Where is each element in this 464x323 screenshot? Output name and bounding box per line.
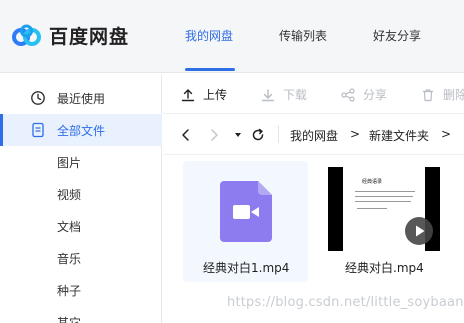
breadcrumb-separator: > <box>350 127 361 141</box>
thumbnail-title: 经典语录 <box>362 179 383 185</box>
upload-button[interactable]: 上传 <box>181 86 227 103</box>
breadcrumb-separator: > <box>441 127 452 141</box>
back-icon[interactable] <box>179 127 193 143</box>
sidebar-item-label: 文档 <box>57 220 82 234</box>
sidebar-item-videos[interactable]: 视频 <box>0 178 162 210</box>
tab-friend-share[interactable]: 好友分享 <box>373 27 421 44</box>
upload-icon <box>181 88 195 101</box>
path-divider <box>278 125 279 143</box>
sidebar-item-label: 全部文件 <box>57 124 106 138</box>
sidebar-item-documents[interactable]: 文档 <box>0 210 162 242</box>
thumbnail-text-line <box>355 196 413 197</box>
sidebar-item-all-files[interactable]: 全部文件 <box>0 114 162 146</box>
trash-icon <box>423 88 433 101</box>
forward-icon[interactable] <box>207 127 221 143</box>
app-title: 百度网盘 <box>49 26 130 48</box>
delete-button[interactable]: 删除 <box>421 86 464 103</box>
play-icon[interactable] <box>405 217 433 245</box>
thumbnail-text-line <box>357 208 387 209</box>
download-label: 下载 <box>283 88 308 102</box>
breadcrumb-my-netdisk[interactable]: 我的网盘 <box>290 127 338 144</box>
sidebar-item-label: 音乐 <box>57 252 82 266</box>
sidebar: 最近使用 全部文件 图片 视频 文档 音乐 种子 其它 <box>0 74 162 323</box>
upload-label: 上传 <box>203 88 228 102</box>
app-header: 百度网盘 我的网盘 传输列表 好友分享 <box>0 0 464 73</box>
sidebar-item-label: 最近使用 <box>57 92 106 106</box>
document-icon <box>32 122 44 138</box>
sidebar-item-label: 视频 <box>57 188 82 202</box>
sidebar-item-music[interactable]: 音乐 <box>0 242 162 274</box>
tab-my-netdisk[interactable]: 我的网盘 <box>185 27 233 44</box>
share-icon <box>341 87 355 102</box>
sidebar-item-other[interactable]: 其它 <box>0 306 162 323</box>
share-label: 分享 <box>363 88 388 102</box>
baidu-netdisk-logo-icon <box>12 24 41 46</box>
sidebar-item-label: 其它 <box>57 316 82 323</box>
app-logo[interactable]: 百度网盘 <box>12 22 129 49</box>
thumbnail-text-line <box>355 201 411 202</box>
sidebar-item-recent[interactable]: 最近使用 <box>0 82 162 114</box>
file-name[interactable]: 经典对白.mp4 <box>345 259 424 276</box>
sidebar-item-label: 种子 <box>57 284 82 298</box>
delete-label: 删除 <box>443 88 464 102</box>
file-toolbar: 上传 下载 分享 删除 <box>163 74 464 114</box>
refresh-icon[interactable] <box>251 127 265 143</box>
active-tab-indicator <box>185 68 235 71</box>
play-triangle-icon <box>416 225 425 237</box>
path-bar: 我的网盘 > 新建文件夹 > <box>163 115 464 155</box>
thumbnail-text-line <box>355 191 415 192</box>
download-icon <box>261 88 275 101</box>
sidebar-item-label: 图片 <box>57 156 82 170</box>
share-button[interactable]: 分享 <box>341 86 387 103</box>
breadcrumb-new-folder[interactable]: 新建文件夹 <box>369 127 429 144</box>
sidebar-item-images[interactable]: 图片 <box>0 146 162 178</box>
file-name[interactable]: 经典对白1.mp4 <box>203 259 289 276</box>
watermark-text: https://blog.csdn.net/little_soybaan <box>227 295 464 310</box>
caret-down-icon[interactable] <box>231 127 245 143</box>
sidebar-item-torrents[interactable]: 种子 <box>0 274 162 306</box>
tab-transfer-list[interactable]: 传输列表 <box>279 27 327 44</box>
clock-icon <box>31 91 45 105</box>
download-button[interactable]: 下载 <box>261 86 307 103</box>
video-file-icon <box>220 181 272 242</box>
